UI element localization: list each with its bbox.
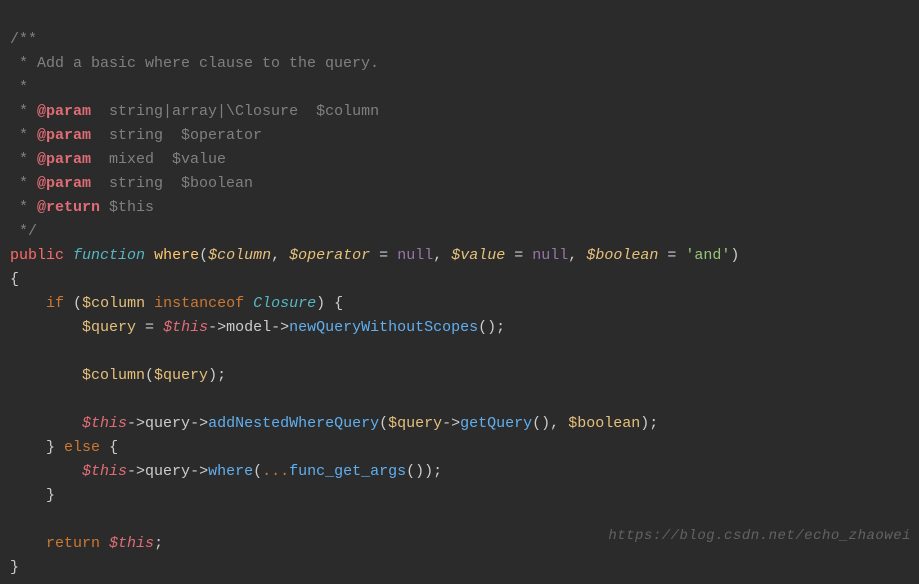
stmt-column-call: $column($query);	[10, 367, 226, 384]
blank-1	[10, 343, 19, 360]
doc-param-3: * @param mixed $value	[10, 151, 226, 168]
doc-line-3: *	[10, 79, 28, 96]
blank-2	[10, 391, 19, 408]
fn-signature: public function where($column, $operator…	[10, 247, 739, 264]
else-close: }	[10, 487, 55, 504]
stmt-addnested: $this->query->addNestedWhereQuery($query…	[10, 415, 658, 432]
else-line: } else {	[10, 439, 118, 456]
if-line: if ($column instanceof Closure) {	[10, 295, 343, 312]
code-block: /** * Add a basic where clause to the qu…	[0, 0, 919, 584]
blank-3	[10, 511, 19, 528]
doc-end: */	[10, 223, 37, 240]
doc-line-1: /**	[10, 31, 37, 48]
doc-param-1: * @param string|array|\Closure $column	[10, 103, 379, 120]
watermark-text: https://blog.csdn.net/echo_zhaowei	[608, 524, 911, 548]
doc-param-4: * @param string $boolean	[10, 175, 253, 192]
doc-param-2: * @param string $operator	[10, 127, 262, 144]
brace-close: }	[10, 559, 19, 576]
return-line: return $this;	[10, 535, 163, 552]
doc-return: * @return $this	[10, 199, 154, 216]
stmt-else-where: $this->query->where(...func_get_args());	[10, 463, 442, 480]
brace-open: {	[10, 271, 19, 288]
stmt-query-assign: $query = $this->model->newQueryWithoutSc…	[10, 319, 505, 336]
doc-line-2: * Add a basic where clause to the query.	[10, 55, 379, 72]
